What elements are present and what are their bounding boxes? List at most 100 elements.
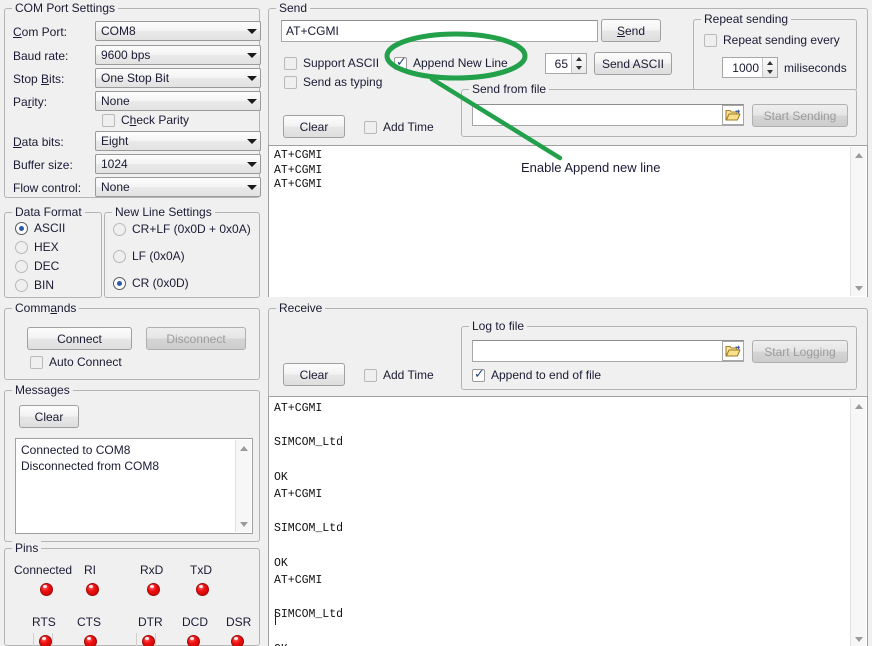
start-sending-button[interactable]: Start Sending <box>752 104 848 127</box>
append-new-line-label: Append New Line <box>413 56 508 70</box>
radio-label: LF (0x0A) <box>132 249 185 263</box>
data-bits-label: Data bits: <box>13 135 64 149</box>
spinner-buttons[interactable] <box>571 54 586 73</box>
spinner-down-icon[interactable] <box>763 68 777 78</box>
pin-label-dcd: DCD <box>182 615 208 629</box>
radio-ring <box>15 279 28 292</box>
buffer-size-combo[interactable]: 1024 <box>95 154 261 174</box>
radio-data-format-ascii[interactable]: ASCII <box>15 221 65 235</box>
commands-title: Commands <box>12 301 79 315</box>
check-parity-checkbox[interactable]: Check Parity <box>102 113 189 127</box>
send-from-file-group: Send from file Start Sending <box>461 89 857 137</box>
radio-ring <box>113 277 126 290</box>
data-bits-combo[interactable]: Eight <box>95 131 261 151</box>
log-file-path-input[interactable] <box>472 340 744 362</box>
scroll-up-icon[interactable] <box>851 398 866 414</box>
stop-bits-combo[interactable]: One Stop Bit <box>95 68 261 88</box>
spinner-up-icon[interactable] <box>572 54 586 64</box>
radio-label: CR+LF (0x0D + 0x0A) <box>132 222 251 236</box>
repeat-interval-spinner[interactable]: 1000 <box>722 57 778 78</box>
radio-data-format-bin[interactable]: BIN <box>15 278 54 292</box>
start-logging-button[interactable]: Start Logging <box>752 340 848 363</box>
buffer-size-value: 1024 <box>96 157 243 171</box>
connect-button[interactable]: Connect <box>27 327 132 350</box>
radio-newline-cr[interactable]: CR (0x0D) <box>113 276 189 290</box>
parity-value: None <box>96 94 243 108</box>
send-add-time-checkbox[interactable]: Add Time <box>364 120 434 134</box>
ascii-code-spinner[interactable]: 65 <box>545 53 587 74</box>
com-port-combo[interactable]: COM8 <box>95 21 261 41</box>
led-dcd <box>187 635 200 646</box>
flow-control-combo[interactable]: None <box>95 177 261 197</box>
spinner-up-icon[interactable] <box>763 58 777 68</box>
append-new-line-checkbox[interactable]: Append New Line <box>394 56 508 70</box>
stop-bits-label: Stop Bits: <box>13 72 64 86</box>
scroll-down-icon[interactable] <box>851 631 866 646</box>
checkbox-box <box>364 369 377 382</box>
flow-control-value: None <box>96 180 243 194</box>
send-log-scrollbar[interactable] <box>850 147 866 296</box>
repeat-sending-group: Repeat sending Repeat sending every 1000… <box>693 19 857 91</box>
messages-log[interactable]: Connected to COM8 Disconnected from COM8 <box>15 438 253 534</box>
pin-label-dtr: DTR <box>138 615 163 629</box>
baud-rate-combo[interactable]: 9600 bps <box>95 45 261 65</box>
spinner-buttons[interactable] <box>762 58 777 77</box>
led-dsr <box>231 635 244 646</box>
messages-clear-button[interactable]: Clear <box>19 405 79 428</box>
repeat-interval-value: 1000 <box>723 58 762 77</box>
repeat-sending-checkbox[interactable]: Repeat sending every <box>704 33 840 47</box>
miliseconds-label: miliseconds <box>784 61 847 75</box>
radio-ring <box>15 222 28 235</box>
radio-newline-crlf[interactable]: CR+LF (0x0D + 0x0A) <box>113 222 251 236</box>
text-caret <box>275 609 276 625</box>
send-title: Send <box>276 1 310 15</box>
append-end-of-file-checkbox[interactable]: Append to end of file <box>472 368 601 382</box>
send-as-typing-checkbox[interactable]: Send as typing <box>284 75 382 89</box>
scroll-up-icon[interactable] <box>236 440 251 456</box>
support-ascii-label: Support ASCII <box>303 56 379 70</box>
send-command-input[interactable]: AT+CGMI <box>281 20 598 42</box>
baud-rate-value: 9600 bps <box>96 48 243 62</box>
led-rxd <box>147 583 160 596</box>
send-file-path-input[interactable] <box>472 104 744 126</box>
open-folder-icon <box>725 344 741 358</box>
radio-data-format-dec[interactable]: DEC <box>15 259 59 273</box>
send-file-browse-button[interactable] <box>722 105 744 125</box>
scroll-down-icon[interactable] <box>236 516 251 532</box>
radio-data-format-hex[interactable]: HEX <box>15 240 59 254</box>
send-button[interactable]: Send <box>601 19 661 42</box>
chevron-down-icon <box>243 99 260 104</box>
commands-group: Commands Connect Disconnect Auto Connect <box>4 308 260 380</box>
send-clear-button[interactable]: Clear <box>283 115 345 138</box>
radio-ring <box>15 260 28 273</box>
led-rts <box>39 635 52 646</box>
com-port-label: Com Port: <box>13 25 67 39</box>
log-file-browse-button[interactable] <box>722 341 744 361</box>
pin-label-cts: CTS <box>77 615 101 629</box>
repeat-sending-label: Repeat sending every <box>723 33 840 47</box>
chevron-down-icon <box>243 185 260 190</box>
disconnect-button[interactable]: Disconnect <box>146 327 246 350</box>
receive-clear-button[interactable]: Clear <box>283 363 345 386</box>
send-from-file-title: Send from file <box>469 82 549 96</box>
buffer-size-label: Buffer size: <box>13 158 73 172</box>
scroll-up-icon[interactable] <box>851 147 866 163</box>
messages-group: Messages Clear Connected to COM8 Disconn… <box>4 390 260 542</box>
scroll-down-icon[interactable] <box>851 280 866 296</box>
chevron-down-icon <box>243 76 260 81</box>
receive-log[interactable]: AT+CGMI SIMCOM_Ltd OK AT+CGMI SIMCOM_Ltd… <box>268 396 868 646</box>
spinner-down-icon[interactable] <box>572 64 586 74</box>
receive-log-scrollbar[interactable] <box>850 398 866 646</box>
com-port-value: COM8 <box>96 24 243 38</box>
auto-connect-checkbox[interactable]: Auto Connect <box>30 355 122 369</box>
pin-label-txd: TxD <box>190 563 212 577</box>
receive-add-time-checkbox[interactable]: Add Time <box>364 368 434 382</box>
radio-newline-lf[interactable]: LF (0x0A) <box>113 249 185 263</box>
send-ascii-button[interactable]: Send ASCII <box>594 52 672 75</box>
append-end-of-file-label: Append to end of file <box>491 368 601 382</box>
parity-combo[interactable]: None <box>95 91 261 111</box>
checkbox-box <box>394 57 407 70</box>
led-dtr <box>142 635 155 646</box>
messages-scrollbar[interactable] <box>235 440 251 532</box>
support-ascii-checkbox[interactable]: Support ASCII <box>284 56 379 70</box>
